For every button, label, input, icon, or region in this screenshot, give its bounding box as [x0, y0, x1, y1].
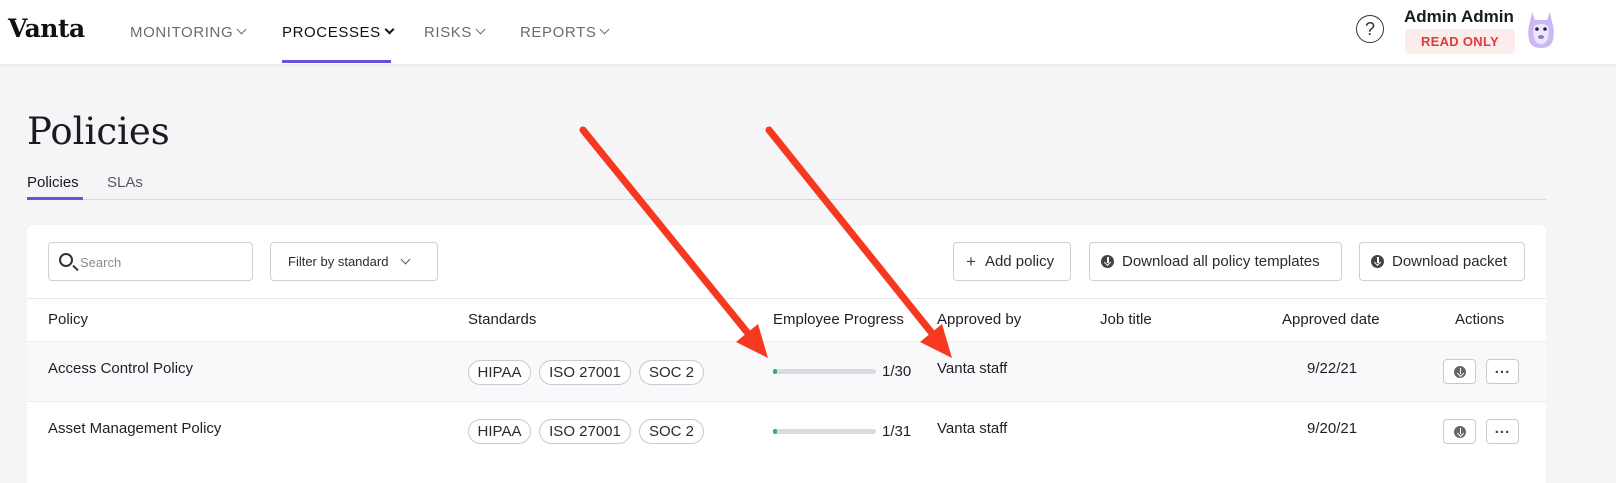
column-header-employee-progress[interactable]: Employee Progress: [773, 311, 904, 328]
download-icon: [1371, 255, 1384, 268]
search-icon: [59, 253, 73, 267]
employee-progress-bar: [773, 369, 876, 374]
approved-by: Vanta staff: [937, 420, 1008, 437]
nav-monitoring[interactable]: MONITORING: [130, 0, 247, 64]
add-policy-button[interactable]: + Add policy: [953, 242, 1071, 281]
more-actions-button[interactable]: ...: [1486, 419, 1519, 444]
nav-risks[interactable]: RISKS: [424, 0, 486, 64]
download-packet-label: Download packet: [1392, 253, 1508, 270]
progress-fill: [773, 429, 777, 434]
download-icon: [1453, 365, 1466, 378]
standard-badge: SOC 2: [639, 360, 704, 385]
chevron-down-icon: [600, 24, 610, 35]
column-header-approved-by[interactable]: Approved by: [937, 311, 1021, 328]
approved-by: Vanta staff: [937, 360, 1008, 377]
tab-active-indicator: [27, 197, 83, 200]
download-all-templates-button[interactable]: Download all policy templates: [1089, 242, 1342, 281]
standard-badge: SOC 2: [639, 419, 704, 444]
standard-badge: ISO 27001: [539, 360, 631, 385]
read-only-badge: READ ONLY: [1405, 29, 1515, 54]
nav-label: MONITORING: [130, 23, 234, 41]
nav-label: PROCESSES: [282, 23, 381, 41]
nav-label: REPORTS: [520, 23, 597, 41]
user-name[interactable]: Admin Admin: [1404, 7, 1514, 27]
column-header-approved-date[interactable]: Approved date: [1282, 311, 1380, 328]
nav-active-indicator: [282, 60, 391, 63]
table-header-divider: [27, 298, 1546, 299]
add-policy-label: Add policy: [984, 253, 1055, 270]
chevron-down-icon: [384, 24, 395, 35]
filter-by-standard-dropdown[interactable]: Filter by standard: [270, 242, 438, 281]
more-dots-icon: ...: [1494, 420, 1511, 437]
download-icon: [1453, 425, 1466, 438]
nav-label: RISKS: [424, 23, 473, 41]
page-title: Policies: [27, 110, 170, 153]
tab-slas[interactable]: SLAs: [107, 174, 143, 191]
question-circle-icon[interactable]: ?: [1356, 15, 1384, 43]
search-input[interactable]: [80, 251, 240, 273]
approved-date: 9/22/21: [1307, 360, 1358, 377]
chevron-down-icon: [400, 254, 411, 265]
tabs-divider: [27, 199, 1546, 200]
nav-reports[interactable]: REPORTS: [520, 0, 610, 64]
progress-fill: [773, 369, 777, 374]
more-actions-button[interactable]: ...: [1486, 359, 1519, 384]
vanta-logo[interactable]: Vanta: [8, 14, 85, 43]
standard-badge: HIPAA: [468, 419, 531, 444]
column-header-standards[interactable]: Standards: [468, 311, 536, 328]
chevron-down-icon: [475, 24, 486, 35]
progress-count: 1/30: [882, 363, 912, 380]
policy-name[interactable]: Asset Management Policy: [48, 420, 221, 437]
download-packet-button[interactable]: Download packet: [1359, 242, 1525, 281]
search-box[interactable]: [48, 242, 253, 281]
download-policy-button[interactable]: [1443, 359, 1476, 384]
column-header-policy[interactable]: Policy: [48, 311, 88, 328]
top-nav: Vanta MONITORING PROCESSES RISKS REPORTS…: [0, 0, 1616, 64]
progress-count: 1/31: [882, 423, 912, 440]
employee-progress-bar: [773, 429, 876, 434]
download-templates-label: Download all policy templates: [1122, 253, 1320, 270]
download-policy-button[interactable]: [1443, 419, 1476, 444]
approved-date: 9/20/21: [1307, 420, 1358, 437]
standard-badge: HIPAA: [468, 360, 531, 385]
column-header-actions: Actions: [1455, 311, 1505, 328]
column-header-job-title[interactable]: Job title: [1100, 311, 1152, 328]
chevron-down-icon: [236, 24, 247, 35]
plus-icon: +: [966, 251, 976, 271]
tab-policies[interactable]: Policies: [27, 174, 79, 191]
filter-label: Filter by standard: [288, 254, 389, 269]
standard-badge: ISO 27001: [539, 419, 631, 444]
download-icon: [1101, 255, 1114, 268]
more-dots-icon: ...: [1494, 360, 1511, 377]
policy-name[interactable]: Access Control Policy: [48, 360, 193, 377]
nav-processes[interactable]: PROCESSES: [282, 0, 395, 64]
llama-avatar-icon[interactable]: [1526, 10, 1556, 50]
